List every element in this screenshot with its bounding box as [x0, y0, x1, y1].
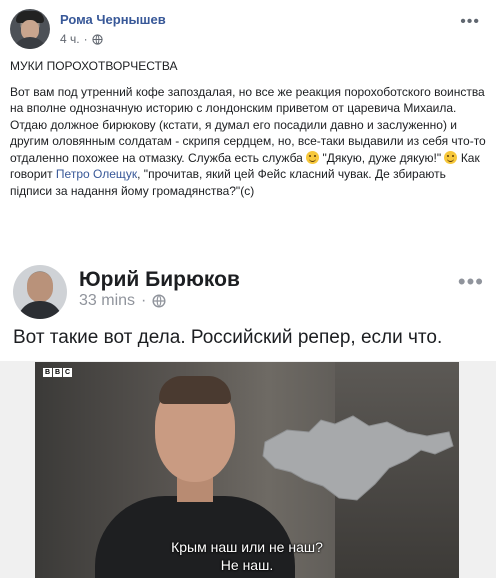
shared-post-time: 33 mins [79, 292, 136, 309]
more-icon[interactable]: ••• [460, 13, 480, 31]
globe-icon[interactable] [91, 33, 103, 45]
subtitle-line-1: Крым наш или не наш? [171, 539, 323, 555]
mention-link[interactable]: Петро Олещук [56, 167, 137, 181]
post-body: МУКИ ПОРОХОТВОРЧЕСТВА Вот вам под утренн… [10, 58, 488, 208]
shared-author-name: Юрий Бирюков [79, 268, 240, 291]
shared-screenshot[interactable]: Юрий Бирюков 33 mins · ••• Вот такие вот… [0, 251, 496, 578]
facebook-post: Рома Чернышев 4 ч. · ••• МУКИ ПОРОХОТВОР… [0, 0, 496, 578]
shared-post-header: Юрий Бирюков 33 mins · ••• Вот такие вот… [0, 251, 496, 361]
post-time[interactable]: 4 ч. [60, 32, 80, 46]
shared-post-text: Вот такие вот дела. Российский репер, ес… [13, 327, 443, 348]
shared-more-icon: ••• [457, 269, 484, 294]
bbc-logo: BBC [43, 368, 72, 377]
post-paragraph: Вот вам под утренний кофе запоздалая, но… [10, 84, 486, 198]
shared-meta-separator: · [141, 292, 147, 309]
globe-icon [152, 294, 166, 308]
video-frame[interactable]: BBC Крым наш или не наш? Не наш. [35, 362, 459, 578]
post-title: МУКИ ПОРОХОТВОРЧЕСТВА [10, 59, 178, 73]
meta-separator: · [83, 32, 88, 46]
smile-emoji-icon [444, 150, 458, 164]
smile-emoji-icon [306, 150, 320, 164]
author-name[interactable]: Рома Чернышев [60, 12, 166, 27]
post-meta: 4 ч. · [60, 32, 103, 46]
shared-post-meta: 33 mins · [79, 292, 166, 310]
post-header: Рома Чернышев 4 ч. · ••• [10, 9, 486, 53]
subtitle-line-2: Не наш. [220, 557, 274, 573]
crimea-map-icon [262, 415, 454, 501]
author-avatar[interactable] [10, 9, 50, 49]
shared-author-avatar [13, 265, 67, 319]
